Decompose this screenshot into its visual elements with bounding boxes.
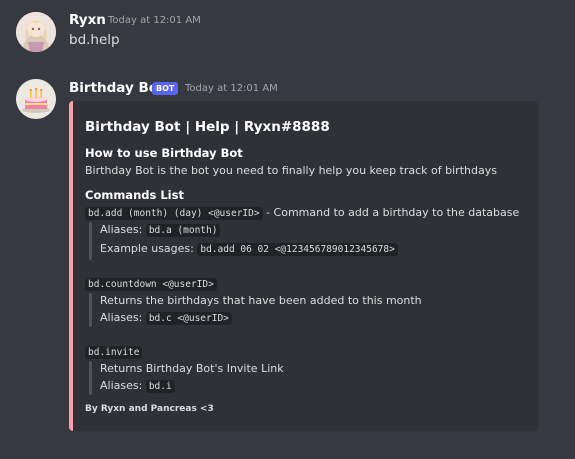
invite-desc: Returns Birthday Bot's Invite Link (100, 362, 284, 375)
countdown-aliases-line: Aliases: bd.c <@userID> (100, 311, 232, 325)
add-example-line: Example usages: bd.add 06 02 <@123456789… (100, 242, 398, 256)
invite-quote-bar (89, 361, 92, 395)
author-name[interactable]: Birthday Bot (69, 80, 165, 96)
example-label: Example usages: (100, 242, 198, 255)
message-content: bd.help (69, 32, 120, 48)
bot-tag-badge: BOT (152, 82, 179, 95)
cake-icon (16, 79, 56, 119)
aliases-label: Aliases: (100, 311, 146, 324)
add-command-line: bd.add (month) (day) <@userID> - Command… (85, 206, 520, 220)
invite-command-line: bd.invite (85, 345, 143, 359)
invite-aliases-code: bd.i (145, 380, 175, 393)
countdown-command-code: bd.countdown <@userID> (85, 278, 217, 291)
author-name[interactable]: Ryxn (69, 12, 106, 28)
invite-aliases-line: Aliases: bd.i (100, 379, 175, 393)
how-to-text: Birthday Bot is the bot you need to fina… (85, 164, 497, 177)
add-aliases-line: Aliases: bd.a (month) (100, 223, 221, 237)
add-command-desc: - Command to add a birthday to the datab… (262, 206, 520, 219)
how-to-heading: How to use Birthday Bot (85, 146, 243, 160)
add-command-code: bd.add (month) (day) <@userID> (85, 207, 263, 220)
add-aliases-code: bd.a (month) (145, 224, 221, 237)
countdown-desc: Returns the birthdays that have been add… (100, 294, 422, 307)
countdown-command-line: bd.countdown <@userID> (85, 277, 217, 291)
embed-title: Birthday Bot | Help | Ryxn#8888 (85, 119, 330, 135)
commands-heading: Commands List (85, 188, 184, 202)
scrollbar[interactable] (570, 0, 573, 459)
bot-avatar[interactable] (16, 79, 56, 119)
aliases-label: Aliases: (100, 223, 146, 236)
message-timestamp: Today at 12:01 AM (185, 83, 278, 94)
ryxn-avatar[interactable] (16, 12, 56, 52)
anime-avatar-icon (16, 12, 56, 52)
help-embed: Birthday Bot | Help | Ryxn#8888 How to u… (69, 101, 538, 431)
aliases-label: Aliases: (100, 379, 146, 392)
countdown-quote-bar (89, 293, 92, 327)
embed-footer: By Ryxn and Pancreas <3 (85, 404, 214, 414)
add-example-code: bd.add 06 02 <@123456789012345678> (197, 243, 398, 256)
countdown-aliases-code: bd.c <@userID> (145, 312, 232, 325)
invite-command-code: bd.invite (85, 346, 143, 359)
message-timestamp: Today at 12:01 AM (108, 15, 201, 26)
add-quote-bar (89, 222, 92, 260)
